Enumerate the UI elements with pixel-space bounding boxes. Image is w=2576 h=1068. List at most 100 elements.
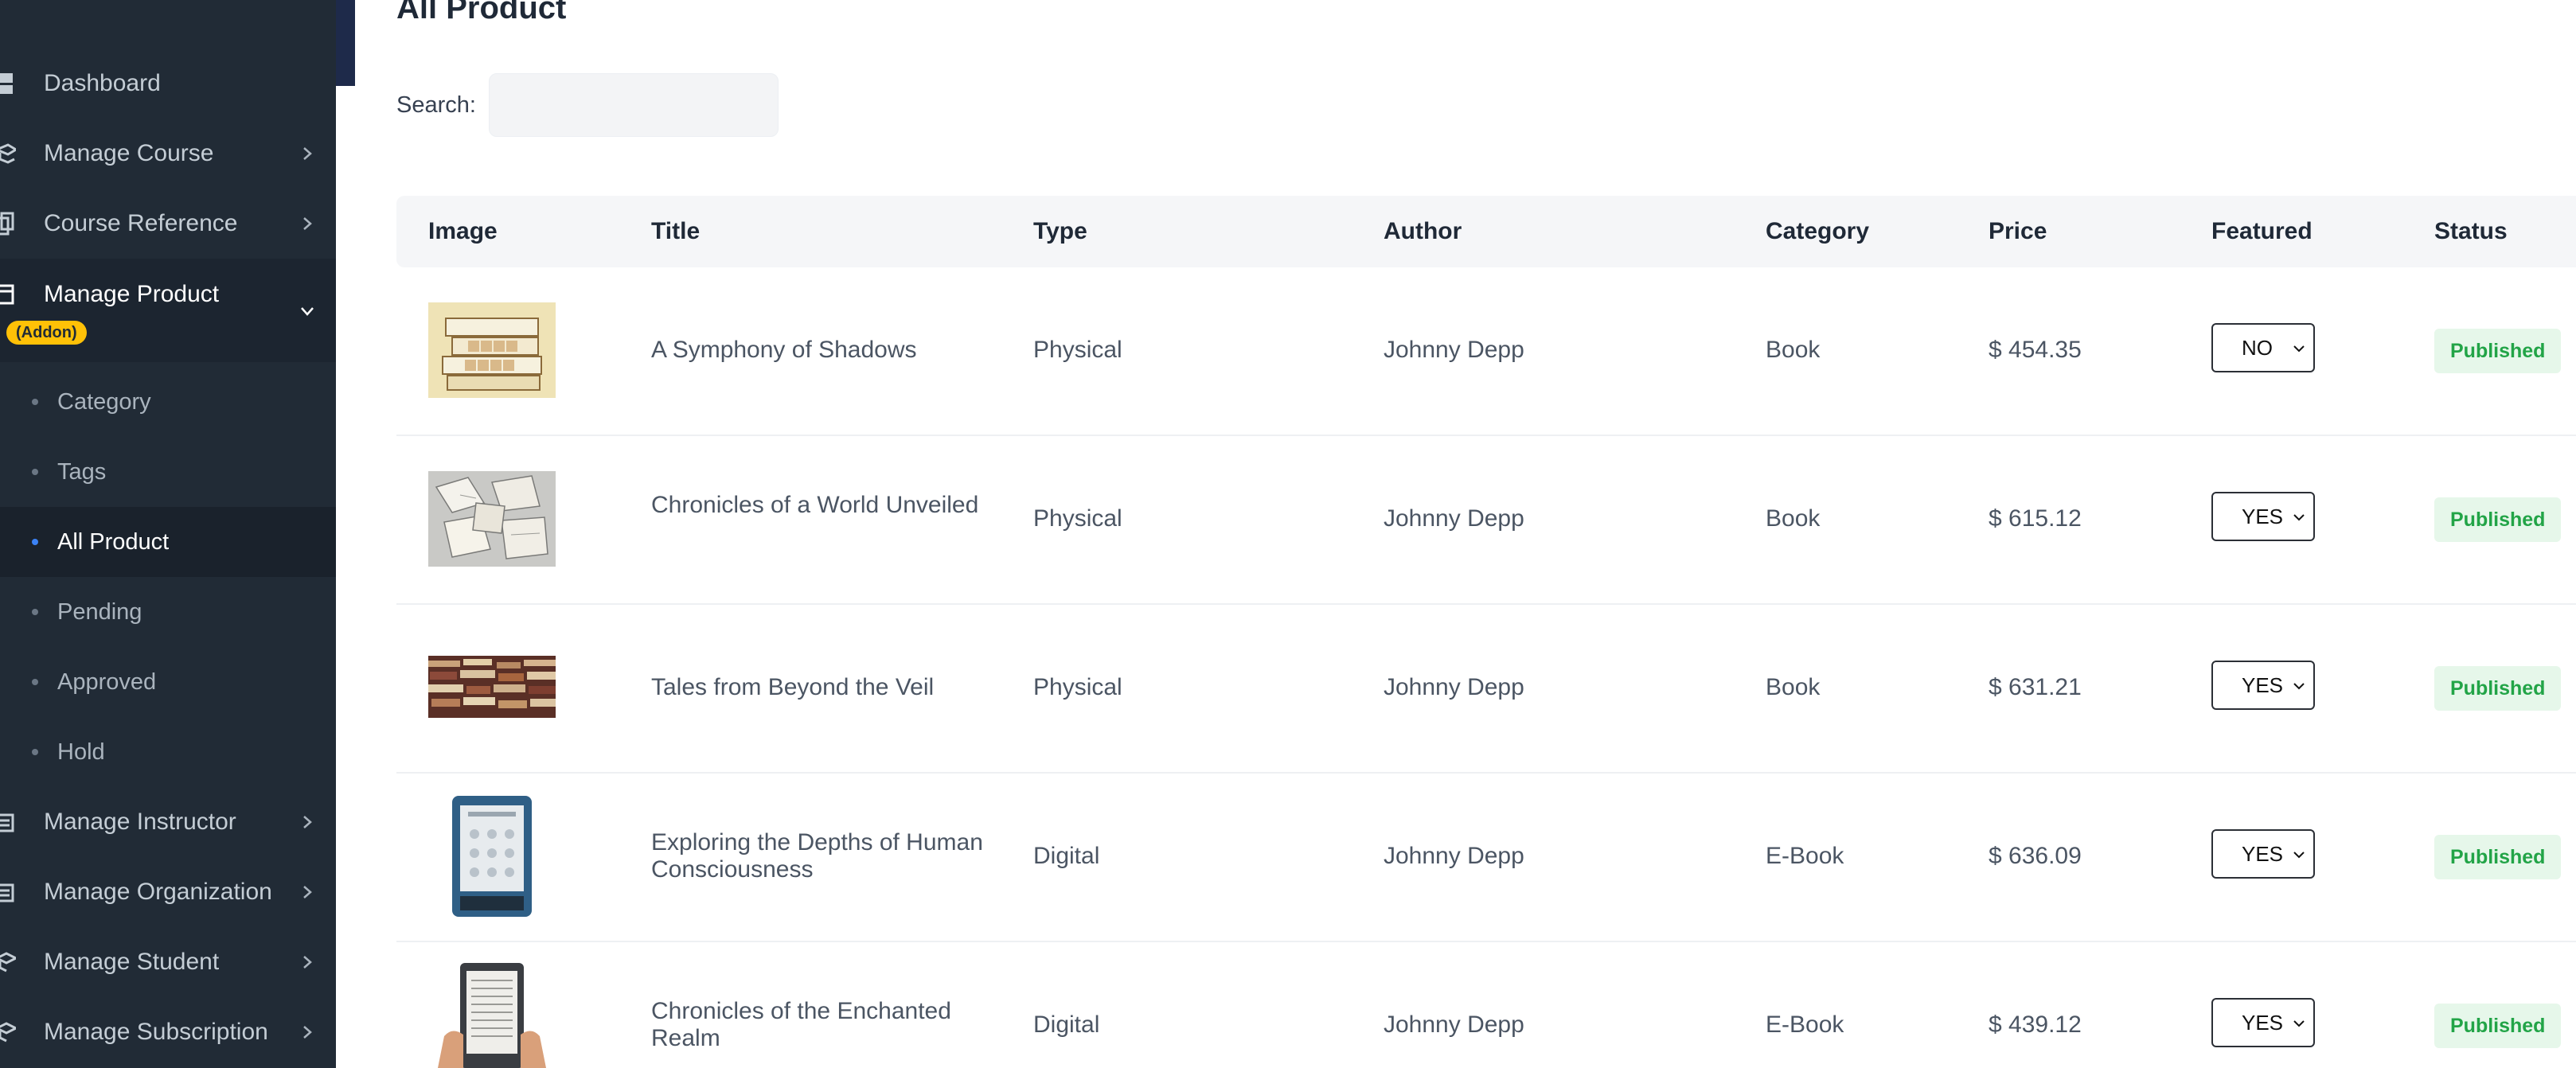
table-header: Image Title Type Author Category Price F… [396,196,2576,267]
column-header-type[interactable]: Type [1033,196,1087,267]
chevron-down-icon [2293,852,2305,859]
featured-select[interactable]: YES [2211,829,2315,879]
sidebar-item-manage-subscription[interactable]: Manage Subscription [0,997,336,1067]
product-category: Book [1766,337,1821,363]
product-author: Johnny Depp [1384,1011,1524,1038]
product-author: Johnny Depp [1384,337,1524,363]
sidebar: Dashboard Manage Course Course Reference… [0,0,336,1068]
product-author: Johnny Depp [1384,843,1524,869]
search-label: Search: [396,92,476,118]
table-row: A Symphony of Shadows Physical Johnny De… [396,267,2576,436]
column-header-author[interactable]: Author [1384,196,1462,267]
product-title[interactable]: Chronicles of a World Unveiled [651,492,1001,519]
bullet-dot [32,469,38,475]
sidebar-subitem-approved[interactable]: Approved [0,647,336,717]
status-badge[interactable]: Published [2434,329,2562,373]
column-header-title[interactable]: Title [651,196,700,267]
status-badge[interactable]: Published [2434,1004,2562,1048]
chevron-right-icon [303,886,312,898]
product-category: Book [1766,674,1821,700]
product-title[interactable]: Chronicles of the Enchanted Realm [651,998,1001,1052]
chevron-down-icon [2293,1020,2305,1027]
sidebar-item-manage-instructor[interactable]: Manage Instructor [0,787,336,857]
sidebar-item-manage-product[interactable]: Manage Product [0,259,336,362]
featured-value: NO [2242,335,2273,360]
sidebar-subitem-category[interactable]: Category [0,367,336,437]
product-author: Johnny Depp [1384,505,1524,532]
chevron-down-icon [2293,345,2305,353]
chevron-right-icon [303,816,312,828]
product-type: Digital [1033,1011,1100,1038]
chevron-right-icon [303,217,312,230]
bullet-dot [32,399,38,405]
chevron-down-icon [301,307,314,316]
product-title[interactable]: Tales from Beyond the Veil [651,674,1001,701]
subscription-icon [0,1020,16,1044]
dashboard-icon [0,72,16,95]
course-icon [0,142,16,166]
product-type: Physical [1033,337,1122,363]
product-type: Physical [1033,505,1122,532]
product-category: E-Book [1766,1011,1844,1038]
product-title[interactable]: A Symphony of Shadows [651,337,1001,364]
product-price: $ 454.35 [1989,337,2082,363]
product-type: Physical [1033,674,1122,700]
bullet-dot [32,679,38,685]
product-author: Johnny Depp [1384,674,1524,700]
featured-value: YES [2242,504,2284,528]
sidebar-item-manage-course[interactable]: Manage Course [0,119,336,189]
bullet-dot [32,749,38,755]
bullet-dot [32,609,38,615]
featured-select[interactable]: YES [2211,661,2315,710]
search-input[interactable] [489,73,779,137]
product-price: $ 636.09 [1989,843,2082,869]
column-header-featured[interactable]: Featured [2211,196,2313,267]
featured-select[interactable]: NO [2211,323,2315,372]
sidebar-item-manage-organization[interactable]: Manage Organization [0,857,336,927]
featured-value: YES [2242,1010,2284,1035]
chevron-right-icon [303,1026,312,1039]
featured-value: YES [2242,672,2284,697]
page-title: All Product [396,0,567,25]
instructor-icon [0,810,16,834]
table-row: Tales from Beyond the Veil Physical John… [396,605,2576,774]
column-header-image[interactable]: Image [428,196,498,267]
product-price: $ 439.12 [1989,1011,2082,1038]
student-icon [0,950,16,974]
sidebar-subitem-tags[interactable]: Tags [0,437,336,507]
scrabble-books-image [428,302,556,398]
status-badge[interactable]: Published [2434,835,2562,879]
sidebar-item-dashboard[interactable]: Dashboard [0,49,336,119]
product-price: $ 615.12 [1989,505,2082,532]
ereader-hands-image [438,963,546,1068]
featured-select[interactable]: YES [2211,998,2315,1047]
table-row: Chronicles of the Enchanted Realm Digita… [396,942,2576,1068]
chevron-down-icon [2293,514,2305,521]
reference-icon [0,212,16,236]
product-title[interactable]: Exploring the Depths of Human Consciousn… [651,829,1001,883]
sidebar-item-course-reference[interactable]: Course Reference [0,189,336,259]
sidebar-subitem-hold[interactable]: Hold [0,717,336,787]
chevron-right-icon [303,956,312,969]
sidebar-item-manage-student[interactable]: Manage Student [0,927,336,997]
sidebar-subitem-all-product[interactable]: All Product [0,507,336,577]
book-stacks-image [428,656,556,718]
column-header-price[interactable]: Price [1989,196,2047,267]
column-header-status[interactable]: Status [2434,196,2508,267]
status-badge[interactable]: Published [2434,666,2562,711]
featured-value: YES [2242,841,2284,866]
status-badge[interactable]: Published [2434,497,2562,542]
column-header-category[interactable]: Category [1766,196,1869,267]
sidebar-subitem-pending[interactable]: Pending [0,577,336,647]
header-strip [336,0,355,86]
table-row: Exploring the Depths of Human Consciousn… [396,774,2576,942]
bullet-dot [32,539,38,545]
open-books-image [428,471,556,567]
product-category: E-Book [1766,843,1844,869]
featured-select[interactable]: YES [2211,492,2315,541]
chevron-down-icon [2293,683,2305,690]
ereader-image [452,796,532,917]
product-icon [0,283,16,306]
addon-badge: (Addon) [6,321,87,345]
product-category: Book [1766,505,1821,532]
